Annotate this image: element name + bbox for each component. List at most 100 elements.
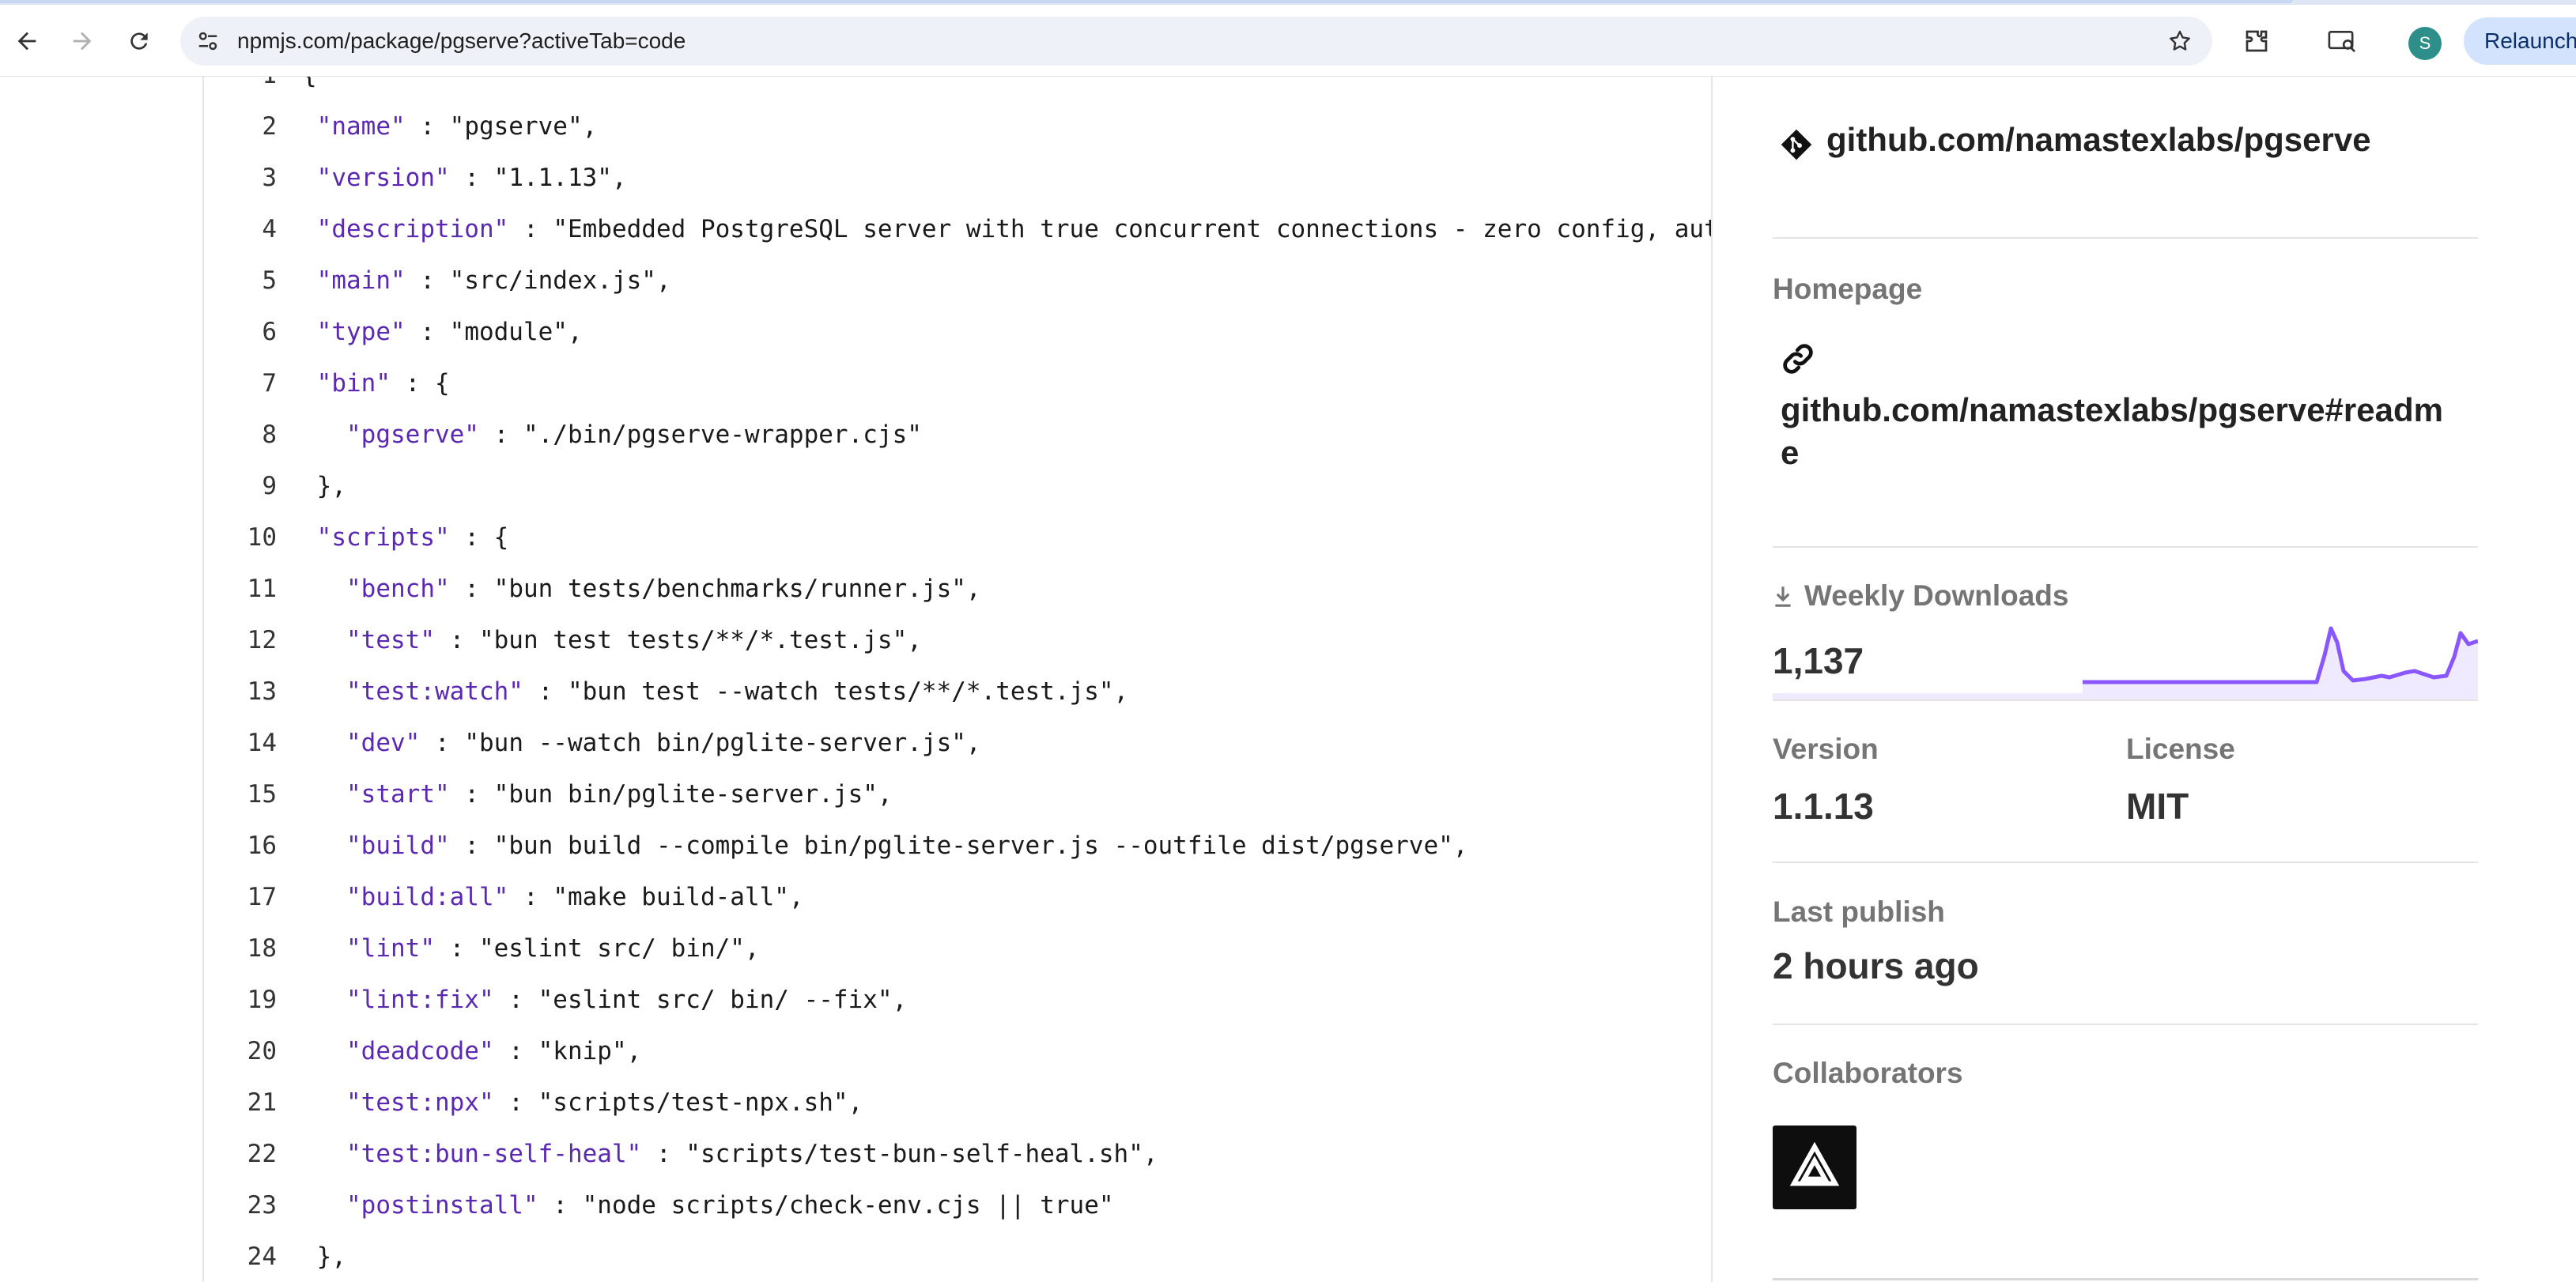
line-number: 17 — [247, 883, 277, 911]
divider — [1773, 546, 2478, 548]
code-key: "start" — [346, 780, 450, 809]
code-value: }, — [316, 472, 346, 500]
code-key: "lint:fix" — [346, 986, 494, 1014]
bookmark-button[interactable] — [2163, 25, 2196, 58]
code-line: 2 "name" : "pgserve", — [204, 101, 597, 152]
downloads-sparkline — [1773, 626, 2478, 699]
line-number: 18 — [247, 934, 277, 963]
site-info-button[interactable] — [193, 26, 223, 56]
code-separator: : — [493, 986, 538, 1014]
code-line: 3 "version" : "1.1.13", — [204, 153, 627, 203]
line-number: 14 — [247, 729, 277, 757]
code-line: 17 "build:all" : "make build-all", — [204, 872, 804, 922]
relaunch-button[interactable]: Relaunch — [2464, 17, 2576, 65]
code-separator: : — [434, 934, 479, 963]
collaborator-avatar[interactable] — [1773, 1126, 1856, 1209]
line-number: 23 — [247, 1191, 277, 1220]
code-separator: : — [523, 677, 568, 706]
browser-toolbar: npmjs.com/package/pgserve?activeTab=code… — [0, 5, 2576, 77]
code-value: }, — [316, 1242, 346, 1271]
last-publish-label: Last publish — [1773, 896, 1945, 928]
code-line: 9 }, — [204, 461, 346, 511]
code-line: 12 "test" : "bun test tests/**/*.test.js… — [204, 615, 922, 666]
sparkline-area — [2083, 628, 2478, 699]
code-separator: : — [508, 215, 553, 243]
homepage-link[interactable]: github.com/namastexlabs/pgserve#readm — [1781, 391, 2443, 429]
line-number: 3 — [262, 164, 277, 192]
forward-button[interactable] — [62, 21, 103, 62]
code-line: 21 "test:npx" : "scripts/test-npx.sh", — [204, 1077, 863, 1128]
code-key: "dev" — [346, 729, 421, 757]
line-number: 2 — [262, 112, 277, 141]
code-value: "Embedded PostgreSQL server with true co… — [553, 215, 1713, 243]
code-value: "knip", — [538, 1037, 642, 1065]
code-line: 4 "description" : "Embedded PostgreSQL s… — [204, 204, 1713, 255]
address-bar[interactable]: npmjs.com/package/pgserve?activeTab=code — [180, 17, 2212, 66]
package-sidebar: github.com/namastexlabs/pgserve Homepage… — [1773, 77, 2478, 1282]
line-number: 11 — [247, 575, 277, 603]
code-key: "deadcode" — [346, 1037, 494, 1065]
url-text[interactable]: npmjs.com/package/pgserve?activeTab=code — [237, 17, 686, 66]
code-key: "description" — [316, 215, 509, 243]
code-key: "postinstall" — [346, 1191, 538, 1220]
back-button[interactable] — [6, 21, 47, 62]
code-line: 7 "bin" : { — [204, 358, 450, 409]
version-value: 1.1.13 — [1773, 786, 1874, 827]
reload-button[interactable] — [119, 21, 160, 62]
code-key: "lint" — [346, 934, 435, 963]
divider — [1773, 237, 2478, 239]
cast-button[interactable] — [2323, 22, 2361, 60]
download-icon — [1775, 586, 1791, 607]
code-key: "scripts" — [316, 523, 450, 552]
code-line: 23 "postinstall" : "node scripts/check-e… — [204, 1180, 1114, 1231]
code-key: "main" — [316, 266, 406, 295]
repository-link[interactable]: github.com/namastexlabs/pgserve — [1826, 121, 2371, 159]
last-publish-value: 2 hours ago — [1773, 945, 1979, 986]
active-tab-edge — [0, 0, 2293, 3]
code-separator: : — [493, 1037, 538, 1065]
license-value: MIT — [2126, 786, 2189, 827]
code-line: 24 }, — [204, 1231, 346, 1282]
code-key: "pgserve" — [346, 420, 479, 449]
code-value: "scripts/test-npx.sh", — [538, 1088, 863, 1117]
code-value: "pgserve", — [449, 112, 598, 141]
profile-avatar[interactable]: S — [2408, 27, 2442, 60]
code-separator: : — [405, 318, 450, 346]
line-number: 5 — [262, 266, 277, 295]
line-number: 13 — [247, 677, 277, 706]
code-value: { — [435, 369, 450, 398]
line-number: 22 — [247, 1140, 277, 1168]
line-number: 8 — [262, 420, 277, 449]
code-line: 13 "test:watch" : "bun test --watch test… — [204, 666, 1129, 717]
code-line: 14 "dev" : "bun --watch bin/pglite-serve… — [204, 718, 981, 768]
divider — [1773, 1278, 2478, 1280]
code-value: "make build-all", — [553, 883, 804, 911]
code-value: "module", — [449, 318, 583, 346]
code-value: { — [302, 77, 317, 89]
code-line: 1{ — [204, 77, 317, 100]
license-label: License — [2126, 733, 2235, 765]
code-separator: : — [434, 626, 479, 654]
code-separator: : — [493, 1088, 538, 1117]
code-separator: : — [478, 420, 523, 449]
divider — [1773, 1024, 2478, 1025]
code-separator: : — [449, 780, 494, 809]
code-value: "1.1.13", — [493, 164, 627, 192]
homepage-link-wrap[interactable]: e — [1781, 434, 1799, 472]
extensions-button[interactable] — [2238, 22, 2276, 60]
line-number: 1 — [204, 77, 277, 100]
line-number: 9 — [262, 472, 277, 500]
reload-icon — [130, 32, 148, 50]
code-key: "bench" — [346, 575, 450, 603]
line-number: 10 — [247, 523, 277, 552]
line-number: 12 — [247, 626, 277, 654]
